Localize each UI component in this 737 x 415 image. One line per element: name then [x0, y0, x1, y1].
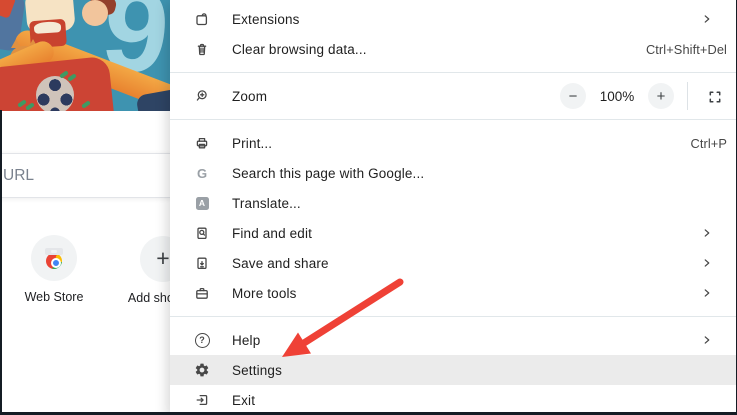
search-placeholder-text: URL	[3, 166, 35, 184]
menu-item-clear-browsing-data[interactable]: Clear browsing data... Ctrl+Shift+Del	[170, 34, 737, 64]
menu-separator	[170, 119, 737, 120]
google-doodle-image[interactable]: 9	[0, 0, 170, 111]
menu-item-label: Print...	[232, 135, 273, 151]
save-share-icon	[194, 255, 210, 271]
fullscreen-button[interactable]	[701, 83, 727, 109]
fullscreen-icon	[709, 91, 721, 103]
chrome-web-store-icon	[43, 248, 65, 269]
menu-item-zoom: Zoom − 100% +	[170, 81, 737, 111]
menu-item-label: Search this page with Google...	[232, 165, 425, 181]
zoom-in-button[interactable]: +	[648, 83, 674, 109]
screen-edge	[0, 110, 2, 415]
trash-icon	[194, 41, 210, 57]
browser-screenshot: 9 URL Web Store + Add shortcut Extension…	[0, 0, 737, 415]
soccer-ball-shape	[36, 76, 74, 111]
menu-item-label: Translate...	[232, 195, 301, 211]
keyboard-shortcut: Ctrl+P	[690, 135, 727, 151]
find-edit-icon	[194, 225, 210, 241]
menu-item-label: Extensions	[232, 11, 300, 27]
menu-item-label: Clear browsing data...	[232, 41, 367, 57]
translate-icon: A	[194, 195, 210, 211]
web-store-shortcut[interactable]: Web Store	[0, 235, 109, 304]
magnifier-zoom-icon	[194, 88, 210, 104]
chevron-right-icon	[699, 255, 715, 271]
zoom-controls: − 100% +	[560, 82, 727, 110]
gear-icon	[194, 362, 210, 378]
annotation-arrow	[282, 278, 404, 357]
menu-item-exit[interactable]: Exit	[170, 385, 737, 415]
menu-separator	[170, 72, 737, 73]
zoom-out-button[interactable]: −	[560, 83, 586, 109]
menu-item-print[interactable]: Print... Ctrl+P	[170, 128, 737, 158]
menu-item-find-and-edit[interactable]: Find and edit	[170, 218, 737, 248]
shortcut-label: Web Store	[24, 290, 84, 304]
menu-item-label: Exit	[232, 392, 256, 408]
exit-icon	[194, 392, 210, 408]
keyboard-shortcut: Ctrl+Shift+Del	[645, 41, 727, 57]
chevron-right-icon	[699, 225, 715, 241]
plus-icon: +	[156, 244, 170, 271]
web-store-tile-circle	[31, 235, 77, 281]
google-g-icon: G	[196, 165, 208, 181]
chevron-right-icon	[699, 332, 715, 348]
chevron-right-icon	[699, 285, 715, 301]
menu-item-search-page-with-google[interactable]: G Search this page with Google...	[170, 158, 737, 188]
menu-item-label: Find and edit	[232, 225, 313, 241]
menu-item-translate[interactable]: A Translate...	[170, 188, 737, 218]
vertical-divider	[687, 82, 688, 110]
chevron-right-icon	[699, 11, 715, 27]
menu-item-label: Zoom	[232, 88, 268, 104]
menu-item-extensions[interactable]: Extensions	[170, 4, 737, 34]
extensions-icon	[194, 11, 210, 27]
printer-icon	[194, 135, 210, 151]
doodle-shape	[82, 0, 108, 26]
zoom-level-value: 100%	[599, 88, 635, 104]
doodle-shape	[33, 21, 62, 34]
briefcase-icon	[194, 285, 210, 301]
help-icon: ?	[194, 332, 210, 348]
